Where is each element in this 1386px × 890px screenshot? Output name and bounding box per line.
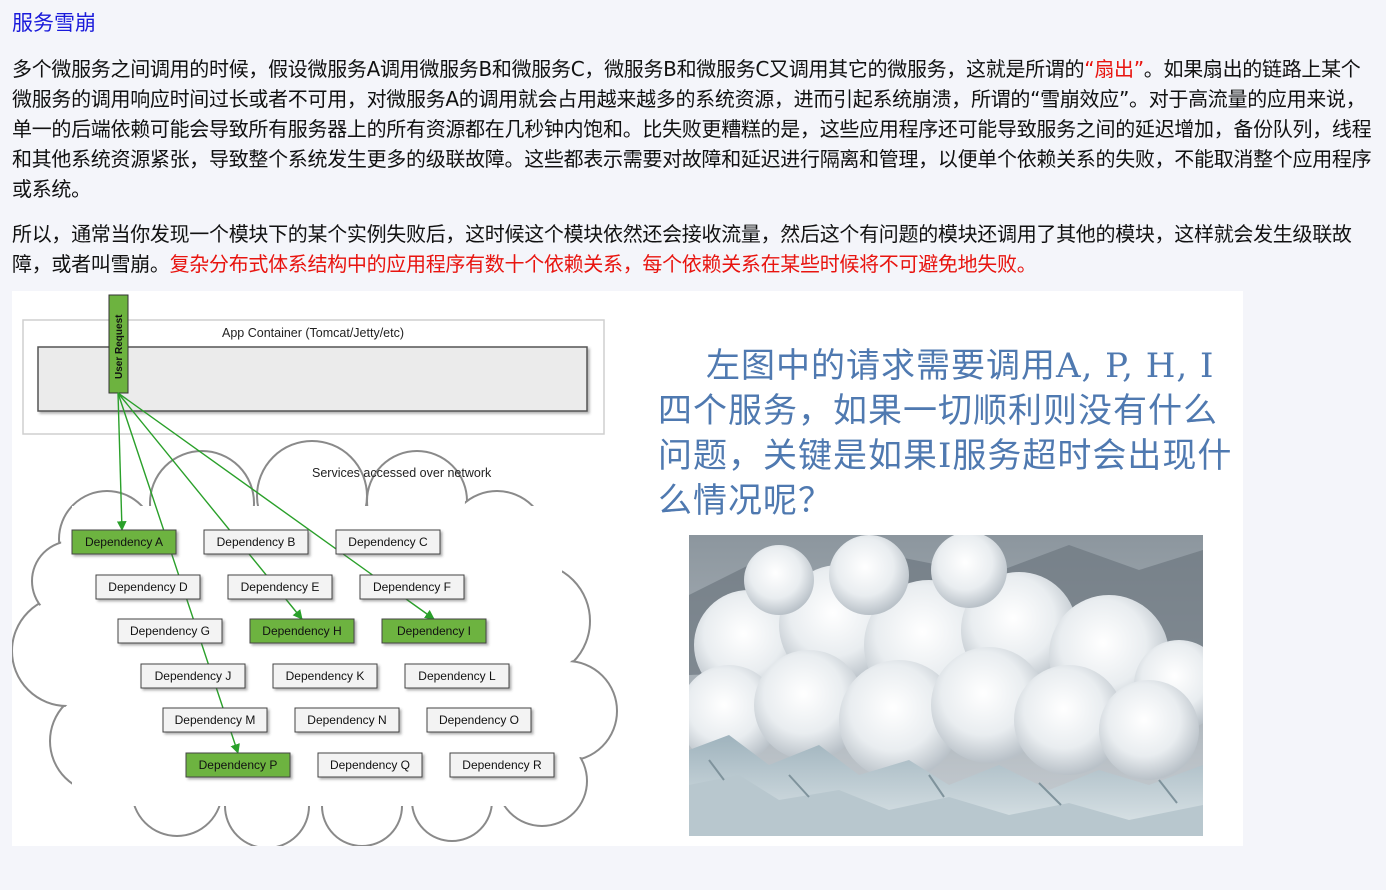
- dependency-label: Dependency H: [262, 624, 341, 638]
- avalanche-photo: [689, 535, 1203, 836]
- cascade-paragraph: 所以，通常当你发现一个模块下的某个实例失败后，这时候这个模块依然还会接收流量，然…: [12, 219, 1378, 279]
- dependency-label: Dependency E: [241, 580, 320, 594]
- dependency-diagram: Services accessed over network App Conta…: [12, 294, 618, 846]
- dependency-d: Dependency D: [95, 574, 201, 600]
- side-question-text: 左图中的请求需要调用A, P, H, I四个服务，如果一切顺利则没有什么问题，关…: [658, 346, 1233, 521]
- dependency-h: Dependency H: [249, 618, 355, 644]
- dependency-label: Dependency I: [397, 624, 471, 638]
- intro-text: 多个微服务之间调用的时候，假设微服务A调用微服务B和微服务C，微服务B和微服务C…: [12, 57, 1085, 81]
- network-label: Services accessed over network: [312, 466, 492, 480]
- dependency-n: Dependency N: [294, 707, 400, 733]
- dependency-e: Dependency E: [227, 574, 333, 600]
- dependency-m: Dependency M: [162, 707, 268, 733]
- dependency-label: Dependency O: [439, 713, 519, 727]
- dependency-q: Dependency Q: [317, 752, 423, 778]
- dependency-label: Dependency A: [85, 535, 163, 549]
- dependency-label: Dependency R: [462, 758, 542, 772]
- dependency-a: Dependency A: [71, 529, 177, 555]
- page-title: 服务雪崩: [12, 11, 96, 35]
- user-request-label: User Request: [114, 314, 125, 379]
- dependency-label: Dependency J: [155, 669, 232, 683]
- dependency-label: Dependency Q: [330, 758, 410, 772]
- dependency-g: Dependency G: [117, 618, 223, 644]
- dependency-label: Dependency N: [307, 713, 386, 727]
- intro-paragraph: 多个微服务之间调用的时候，假设微服务A调用微服务B和微服务C，微服务B和微服务C…: [12, 54, 1378, 204]
- figure-panel: Services accessed over network App Conta…: [12, 291, 1243, 846]
- dependency-label: Dependency M: [175, 713, 256, 727]
- dependency-f: Dependency F: [359, 574, 465, 600]
- dependency-p: Dependency P: [185, 752, 291, 778]
- dependency-label: Dependency K: [286, 669, 365, 683]
- dependency-r: Dependency R: [449, 752, 555, 778]
- dependency-i: Dependency I: [381, 618, 487, 644]
- dependency-label: Dependency F: [373, 580, 451, 594]
- dependency-label: Dependency C: [348, 535, 428, 549]
- dependency-o: Dependency O: [426, 707, 532, 733]
- dependency-j: Dependency J: [140, 663, 246, 689]
- dependency-label: Dependency G: [130, 624, 210, 638]
- dependency-label: Dependency L: [418, 669, 496, 683]
- cascade-highlight: 复杂分布式体系结构中的应用程序有数十个依赖关系，每个依赖关系在某些时候将不可避免…: [169, 252, 1037, 276]
- dependency-b: Dependency B: [203, 529, 309, 555]
- dependency-label: Dependency B: [217, 535, 296, 549]
- app-container-label: App Container (Tomcat/Jetty/etc): [222, 326, 404, 340]
- dependency-label: Dependency D: [108, 580, 188, 594]
- dependency-k: Dependency K: [272, 663, 378, 689]
- fan-out-term: “扇出”: [1084, 57, 1144, 81]
- dependency-l: Dependency L: [404, 663, 510, 689]
- dependency-label: Dependency P: [199, 758, 278, 772]
- dependency-c: Dependency C: [335, 529, 441, 555]
- side-question: 左图中的请求需要调用A, P, H, I四个服务，如果一切顺利则没有什么问题，关…: [658, 344, 1243, 524]
